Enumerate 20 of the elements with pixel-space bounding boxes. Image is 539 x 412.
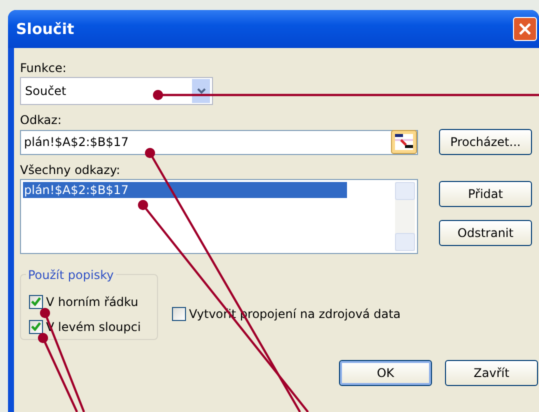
ok-button[interactable]: OK (339, 360, 432, 386)
reference-field[interactable]: plán!$A$2:$B$17 (20, 130, 418, 154)
browse-button[interactable]: Procházet... (439, 129, 532, 155)
all-references-label: Všechny odkazy: (20, 162, 122, 179)
group-title: Použít popisky (26, 266, 116, 284)
reference-list-item[interactable]: plán!$A$2:$B$17 (23, 182, 347, 198)
collapse-dialog-icon[interactable] (391, 130, 417, 154)
checkbox-label: V horním řádku (46, 294, 138, 310)
list-action-button[interactable]: Přidat (439, 181, 532, 207)
function-label: Funkce: (20, 60, 68, 77)
list-action-button[interactable]: Odstranit (439, 220, 532, 246)
close-button[interactable] (513, 17, 537, 41)
window-title: Sloučit (16, 18, 74, 40)
close-dialog-button[interactable]: Zavřít (445, 360, 538, 386)
checkbox[interactable] (172, 306, 186, 320)
close-icon (519, 23, 531, 35)
reference-label: Odkaz: (20, 112, 62, 129)
checkbox[interactable] (29, 320, 43, 334)
function-dropdown[interactable]: Součet (20, 77, 213, 105)
checkbox[interactable] (29, 294, 43, 308)
